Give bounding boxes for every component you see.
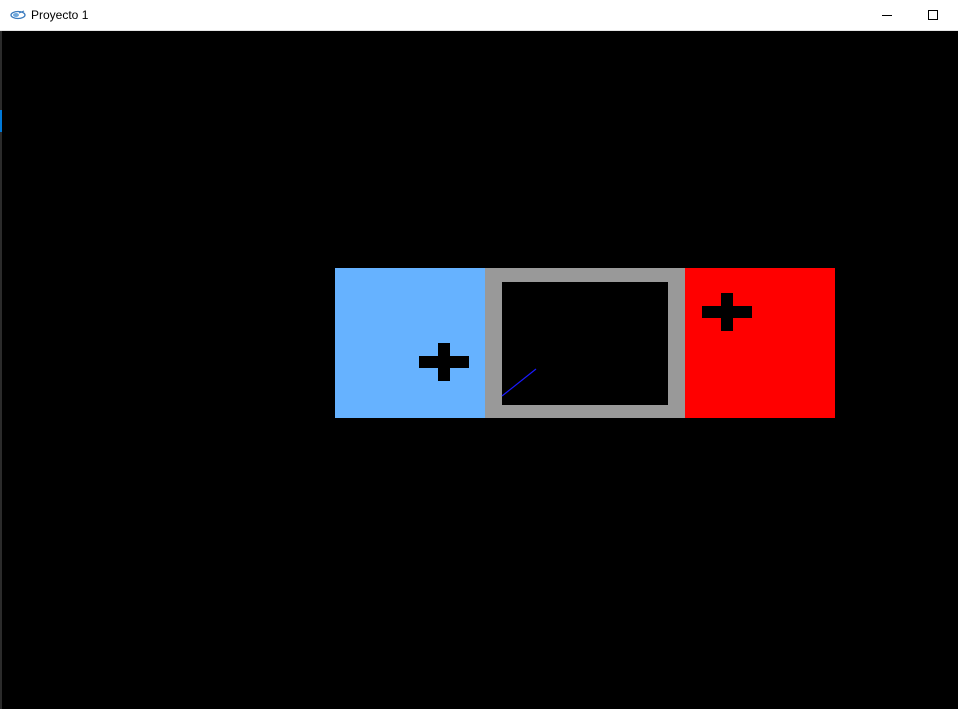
cross-vertical-bar — [438, 343, 450, 381]
cross-vertical-bar — [721, 293, 733, 331]
window-title: Proyecto 1 — [31, 8, 89, 22]
cross-icon — [419, 343, 469, 381]
blue-panel — [335, 268, 485, 418]
app-window: Proyecto 1 — [0, 0, 958, 709]
cross-icon — [702, 293, 752, 331]
maximize-icon — [928, 10, 938, 20]
red-panel — [685, 268, 835, 418]
blue-line-segment — [501, 368, 537, 397]
minimize-button[interactable] — [864, 0, 910, 30]
title-bar[interactable]: Proyecto 1 — [0, 0, 958, 31]
minimize-icon — [882, 15, 892, 16]
maximize-button[interactable] — [910, 0, 956, 30]
app-logo-icon — [10, 10, 26, 20]
